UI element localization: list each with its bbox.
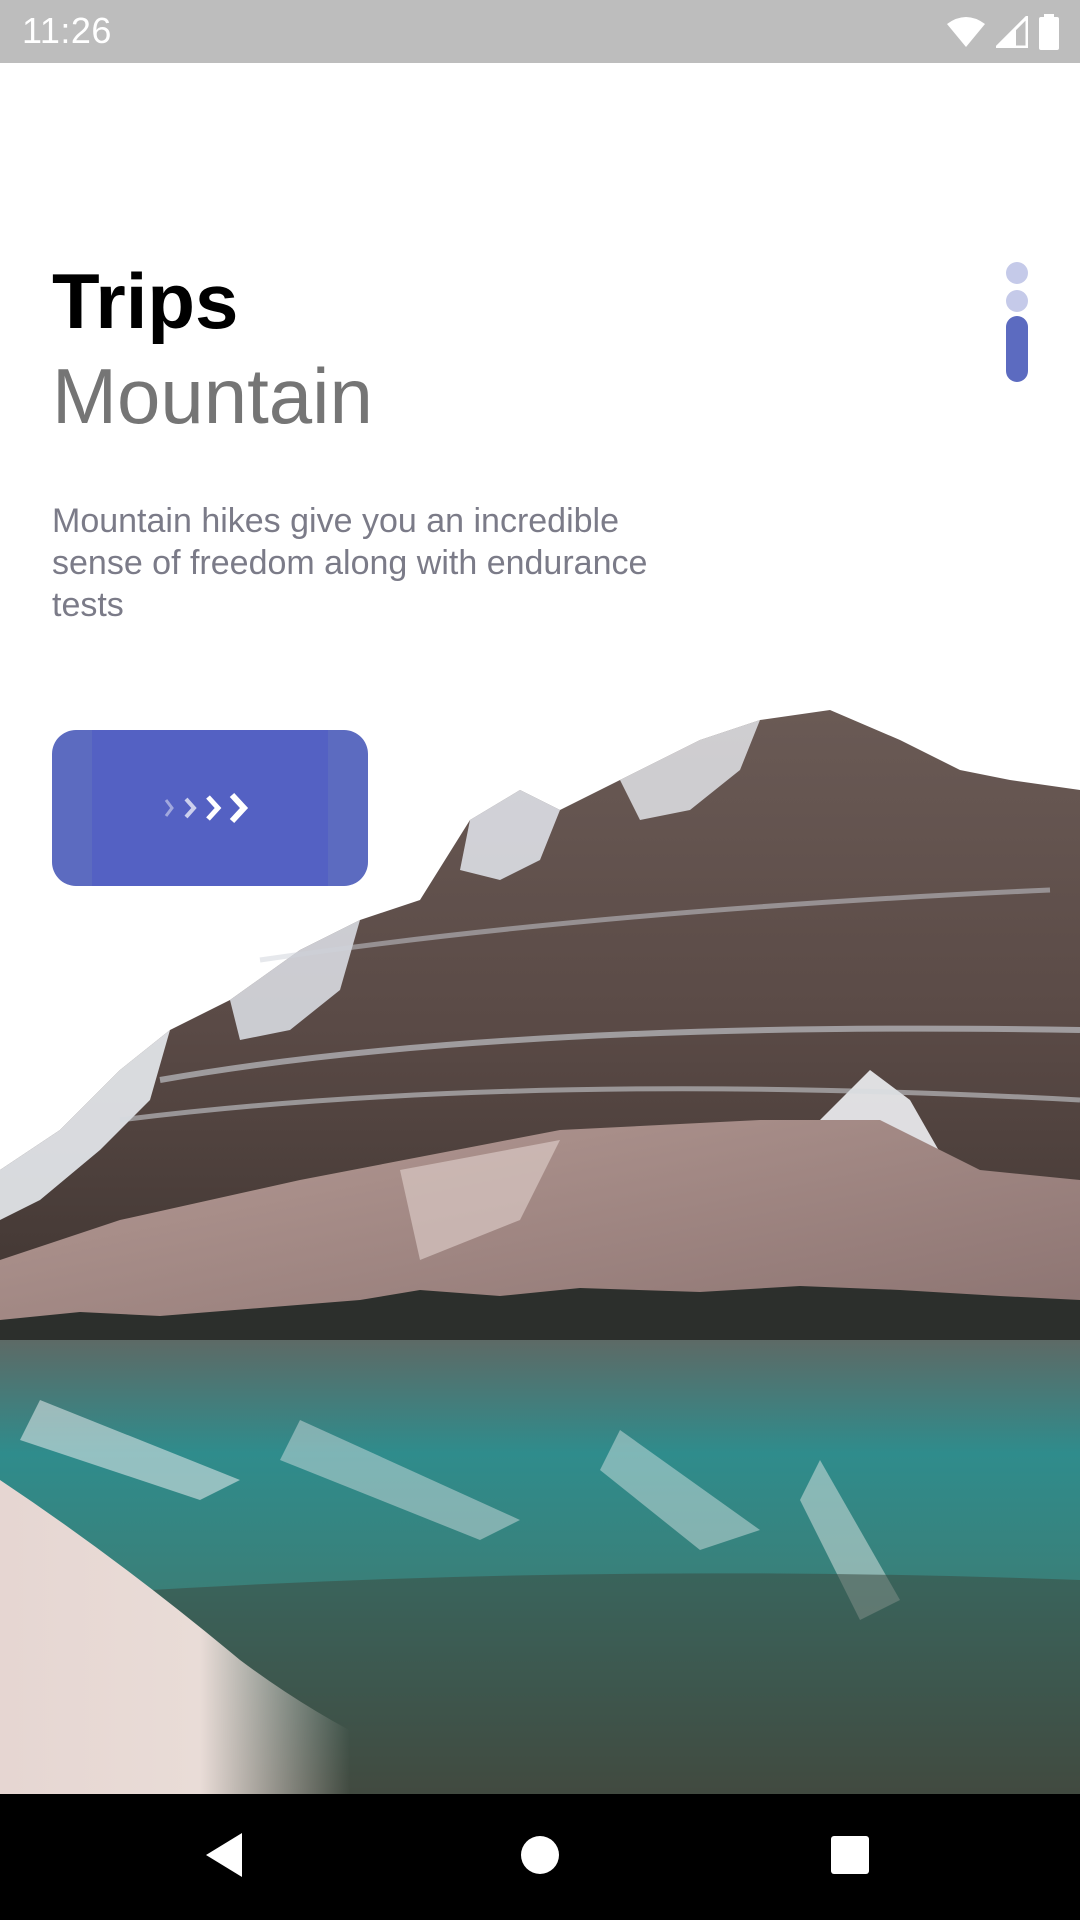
home-button[interactable] xyxy=(470,1794,610,1920)
next-button[interactable] xyxy=(52,730,368,886)
screen-title: Trips xyxy=(52,257,239,345)
screen-description: Mountain hikes give you an incredible se… xyxy=(52,502,648,624)
navigation-bar xyxy=(0,1794,1080,1920)
status-bar: 11:26 xyxy=(0,0,1080,63)
status-icons xyxy=(946,12,1060,52)
next-button-inner xyxy=(92,730,328,886)
chevrons-right-icon xyxy=(162,790,258,826)
page-dot-2[interactable] xyxy=(1006,290,1028,312)
back-button[interactable] xyxy=(154,1794,294,1920)
recents-icon xyxy=(830,1835,870,1880)
home-icon xyxy=(520,1835,560,1880)
status-time: 11:26 xyxy=(22,10,112,51)
wifi-icon xyxy=(946,16,986,48)
page-dot-1[interactable] xyxy=(1006,262,1028,284)
page-indicator xyxy=(1006,262,1028,382)
battery-icon xyxy=(1038,14,1060,50)
page-dot-3-active[interactable] xyxy=(1006,316,1028,382)
recents-button[interactable] xyxy=(780,1794,920,1920)
signal-icon xyxy=(996,16,1028,48)
back-icon xyxy=(202,1830,246,1885)
screen-subtitle: Mountain xyxy=(52,352,373,440)
